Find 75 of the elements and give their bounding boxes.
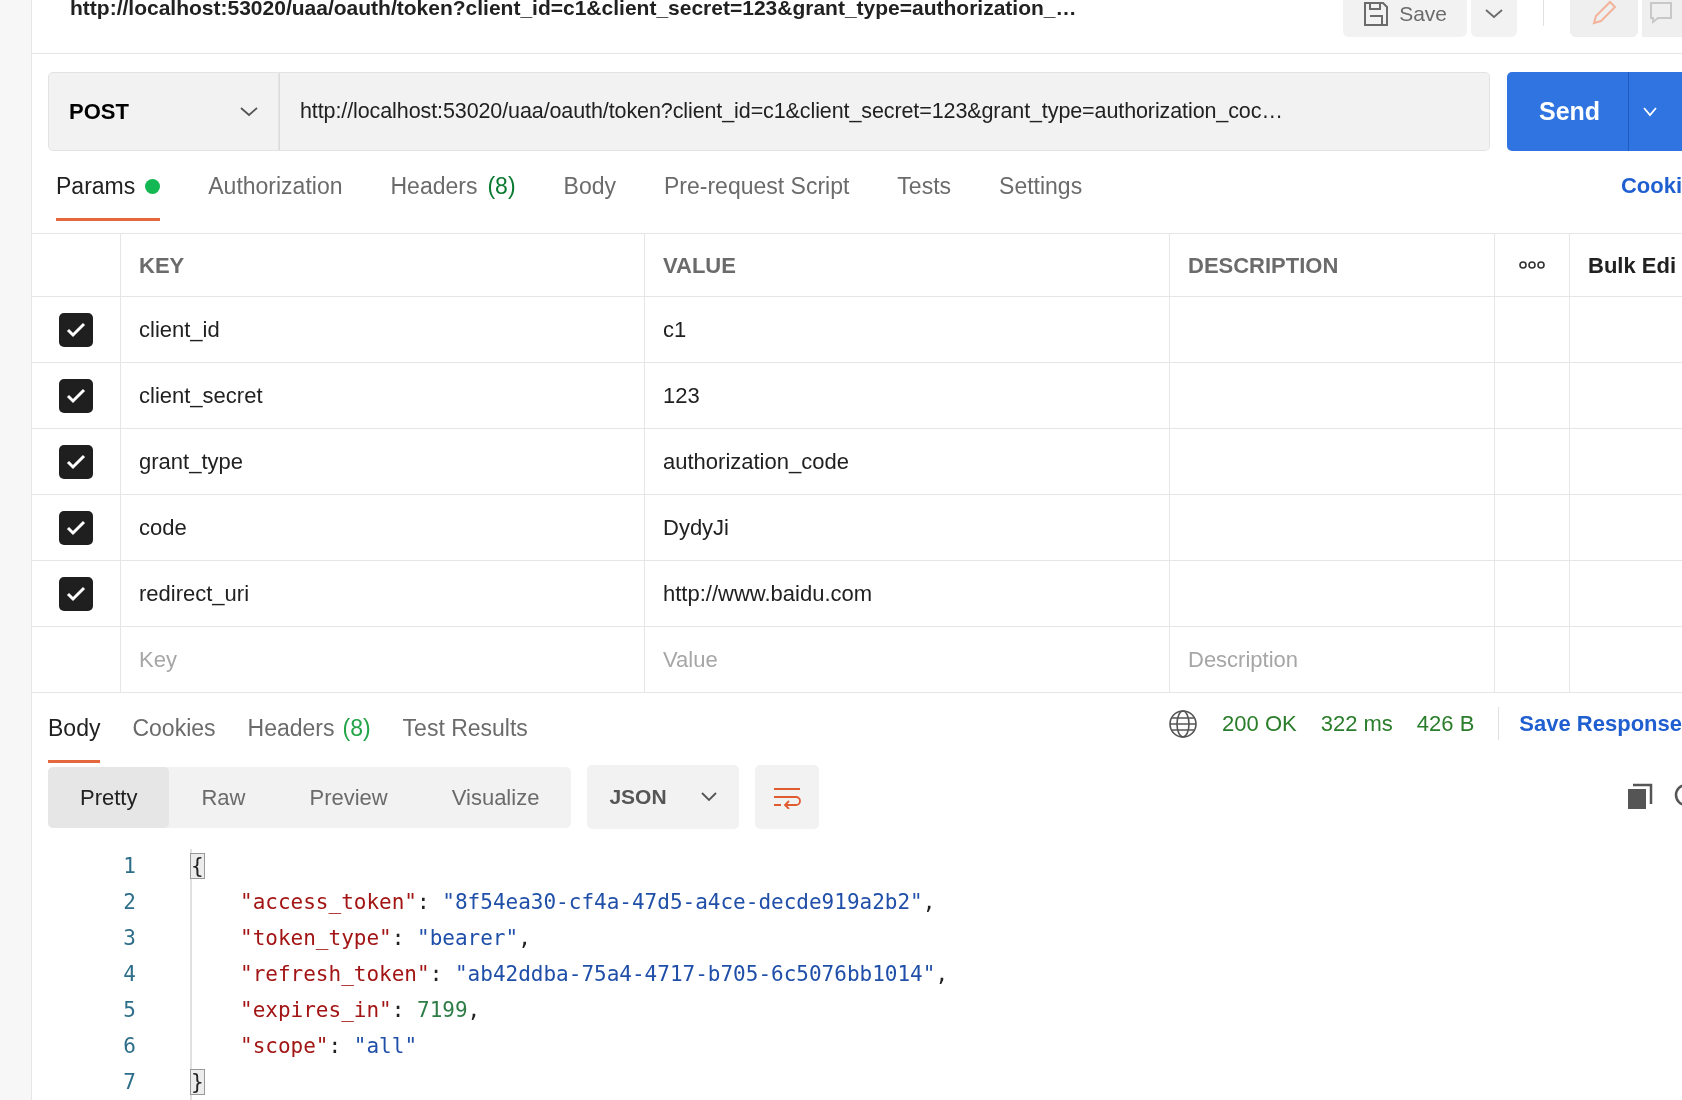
checkmark-icon (66, 387, 86, 404)
tab-count: (8) (487, 172, 516, 201)
tab[interactable]: Headers (8) (390, 169, 516, 221)
save-response-button[interactable]: Save Response (1498, 707, 1682, 740)
format-dropdown[interactable]: JSON (587, 765, 740, 829)
table-cell: redirect_uri (121, 561, 645, 627)
response-size: 426 B (1416, 710, 1475, 738)
wrap-lines-icon (772, 785, 803, 809)
wrap-lines-button[interactable] (755, 765, 820, 829)
table-cell: client_secret (121, 363, 645, 429)
tab[interactable]: Cookies (132, 711, 216, 763)
chevron-down-icon (1485, 8, 1503, 19)
view-tab[interactable]: Visualize (419, 766, 572, 828)
request-title: http://localhost:53020/uaa/oauth/token?client_id=c1&client_secret=123&grant_type=authorization_… (70, 0, 1077, 21)
column-header: VALUE (645, 234, 1170, 297)
column-header: KEY (121, 234, 645, 297)
checkmark-icon (66, 585, 86, 602)
comment-icon (1649, 1, 1673, 25)
table-cell: code (121, 495, 645, 561)
code-line: "refresh_token": "ab42ddba-75a4-4717-b705-6c5076bb1014", (239, 961, 949, 989)
table-cell: authorization_code (645, 429, 1170, 495)
table-cell: 123 (645, 363, 1170, 429)
method-dropdown[interactable]: POST (48, 72, 279, 151)
tab[interactable]: Test Results (402, 711, 528, 763)
checkbox[interactable] (59, 576, 93, 611)
line-number: 4 (122, 961, 136, 989)
code-line: "scope": "all" (239, 1033, 418, 1061)
chevron-down-icon (701, 792, 718, 802)
code-line: "access_token": "8f54ea30-cf4a-47d5-a4ce-decde919a2b2", (239, 889, 936, 917)
checkmark-icon (66, 453, 86, 470)
tab[interactable]: Settings (999, 169, 1083, 221)
save-button[interactable]: Save (1343, 0, 1467, 37)
table-cell: DydyJi (645, 495, 1170, 561)
globe-icon (1168, 708, 1199, 739)
checkbox[interactable] (59, 444, 93, 479)
chevron-down-icon (1643, 106, 1658, 117)
line-number: 6 (122, 1033, 136, 1061)
response-time: 322 ms (1320, 710, 1393, 738)
checkmark-icon (66, 321, 86, 338)
tab[interactable]: Body (563, 169, 616, 221)
table-cell: grant_type (121, 429, 645, 495)
tab[interactable]: Tests (897, 169, 952, 221)
cookies-link[interactable]: Cooki (1620, 169, 1682, 202)
column-header: DESCRIPTION (1170, 234, 1495, 297)
line-number: 5 (122, 997, 136, 1025)
view-tab[interactable]: Preview (277, 766, 420, 828)
table-cell: http://www.baidu.com (645, 561, 1170, 627)
line-number: 2 (122, 889, 136, 917)
tab[interactable]: Headers (8) (247, 711, 371, 763)
checkbox[interactable] (59, 312, 93, 347)
checkbox[interactable] (59, 378, 93, 413)
url-field[interactable]: http://localhost:53020/uaa/oauth/token?client_id=c1&client_secret=123&grant_type=authorization_coc… (279, 72, 1490, 151)
tab[interactable]: Params (56, 169, 161, 221)
code-line: "expires_in": 7199, (239, 997, 481, 1025)
checkmark-icon (66, 519, 86, 536)
tab[interactable]: Pre-request Script (664, 169, 850, 221)
copy-icon[interactable] (1626, 783, 1654, 811)
checkbox[interactable] (59, 510, 93, 545)
tab-count: (8) (342, 714, 371, 743)
line-number: 7 (122, 1069, 136, 1097)
code-line: "token_type": "bearer", (239, 925, 531, 953)
pencil-icon (1590, 0, 1618, 27)
line-number: 1 (122, 853, 136, 881)
bulk-edit-link[interactable]: Bulk Edi (1570, 234, 1682, 297)
status-code: 200 OK (1222, 710, 1297, 738)
chevron-down-icon (240, 106, 258, 117)
more-options-icon[interactable] (1518, 260, 1546, 270)
line-number: 3 (122, 925, 136, 953)
view-tab[interactable]: Raw (169, 766, 278, 828)
table-cell: client_id (121, 297, 645, 363)
send-button[interactable]: Send (1507, 72, 1682, 151)
view-tab[interactable]: Pretty (48, 766, 170, 828)
table-cell: c1 (645, 297, 1170, 363)
tab[interactable]: Body (48, 711, 101, 763)
tab[interactable]: Authorization (208, 169, 343, 221)
